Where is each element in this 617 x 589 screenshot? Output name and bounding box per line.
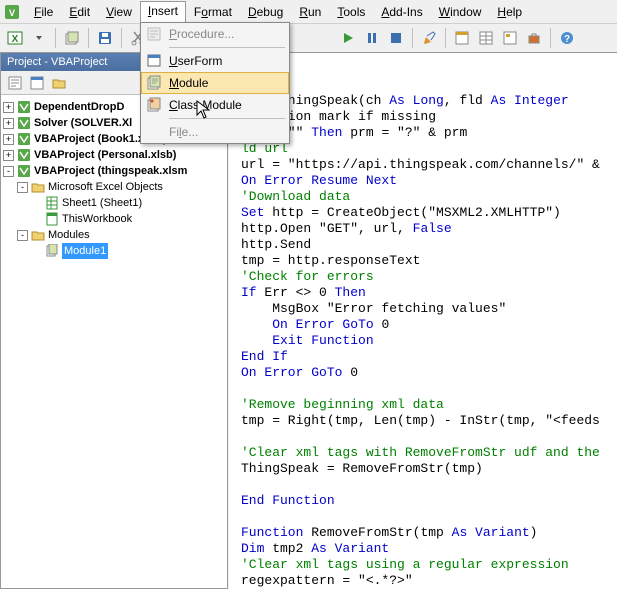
userform-icon	[145, 52, 163, 70]
menu-format[interactable]: Format	[186, 2, 240, 22]
pause-icon[interactable]	[361, 27, 383, 49]
dropdown-icon[interactable]	[28, 27, 50, 49]
dd-file[interactable]: File...	[141, 121, 289, 143]
blank-icon	[145, 123, 163, 141]
folder-icon	[31, 180, 45, 194]
svg-text:X: X	[12, 34, 19, 45]
tree-item[interactable]: - Microsoft Excel Objects	[3, 179, 225, 195]
toggle-folders-icon[interactable]	[49, 73, 69, 93]
menu-run[interactable]: Run	[291, 2, 329, 22]
properties-icon[interactable]	[475, 27, 497, 49]
run-icon[interactable]	[337, 27, 359, 49]
save-icon[interactable]	[94, 27, 116, 49]
classmodule-icon	[145, 96, 163, 114]
vba-icon	[17, 100, 31, 114]
menu-view[interactable]: View	[98, 2, 140, 22]
menu-file[interactable]: File	[26, 2, 61, 22]
module-icon	[45, 244, 59, 258]
tree-item-label: DependentDropD	[34, 99, 124, 115]
dd-procedure-label: Procedure...	[169, 27, 234, 41]
dd-file-label: File...	[169, 125, 198, 139]
vba-icon	[17, 132, 31, 146]
tree-item[interactable]: Sheet1 (Sheet1)	[3, 195, 225, 211]
menu-addins[interactable]: Add-Ins	[373, 2, 430, 22]
tree-item-label: Module1	[62, 243, 108, 259]
tree-twist-icon[interactable]: -	[17, 230, 28, 241]
vba-icon	[17, 148, 31, 162]
tree-item-label: ThisWorkbook	[62, 211, 132, 227]
tree-twist-icon	[31, 214, 42, 225]
dd-module[interactable]: Module	[141, 72, 289, 94]
folder-icon	[31, 228, 45, 242]
toolbar: X ?	[0, 24, 617, 52]
tree-item-label: VBAProject (thingspeak.xlsm	[34, 163, 187, 179]
menu-insert[interactable]: Insert	[140, 1, 186, 22]
book-icon	[45, 212, 59, 226]
insert-dropdown: Procedure... UserForm Module Class Modul…	[140, 22, 290, 144]
stop-icon[interactable]	[385, 27, 407, 49]
tree-twist-icon	[31, 246, 42, 257]
tree-twist-icon[interactable]: +	[3, 102, 14, 113]
vba-icon	[17, 116, 31, 130]
module-icon	[145, 74, 163, 92]
dd-userform[interactable]: UserForm	[141, 50, 289, 72]
tree-item-label: VBAProject (Personal.xlsb)	[34, 147, 176, 163]
tree-twist-icon[interactable]: -	[3, 166, 14, 177]
menu-window[interactable]: Window	[431, 2, 490, 22]
app-icon: V	[4, 4, 20, 20]
tree-twist-icon[interactable]: +	[3, 134, 14, 145]
procedure-icon	[145, 25, 163, 43]
project-explorer-icon[interactable]	[451, 27, 473, 49]
tree-item[interactable]: + VBAProject (Personal.xlsb)	[3, 147, 225, 163]
menu-debug[interactable]: Debug	[240, 2, 291, 22]
tree-twist-icon	[31, 198, 42, 209]
object-browser-icon[interactable]	[499, 27, 521, 49]
tree-twist-icon[interactable]: +	[3, 118, 14, 129]
tree-item-label: Solver (SOLVER.Xl	[34, 115, 132, 131]
tree-item[interactable]: - VBAProject (thingspeak.xlsm	[3, 163, 225, 179]
menubar: V File Edit View Insert Format Debug Run…	[0, 0, 617, 24]
toolbox-icon[interactable]	[523, 27, 545, 49]
tree-item-label: Sheet1 (Sheet1)	[62, 195, 142, 211]
view-object-icon[interactable]	[27, 73, 47, 93]
vba-icon	[17, 164, 31, 178]
dd-module-label: Module	[169, 76, 208, 90]
menu-tools[interactable]: Tools	[329, 2, 373, 22]
tree-item[interactable]: Module1	[3, 243, 225, 259]
tree-item[interactable]: ThisWorkbook	[3, 211, 225, 227]
excel-icon[interactable]: X	[4, 27, 26, 49]
tree-item-label: Modules	[48, 227, 90, 243]
svg-text:?: ?	[564, 34, 570, 45]
tree-item[interactable]: - Modules	[3, 227, 225, 243]
insert-module-icon[interactable]	[61, 27, 83, 49]
tree-twist-icon[interactable]: -	[17, 182, 28, 193]
help-icon[interactable]: ?	[556, 27, 578, 49]
dd-userform-label: UserForm	[169, 54, 222, 68]
dd-classmodule-label: Class Module	[169, 98, 242, 112]
tree-twist-icon[interactable]: +	[3, 150, 14, 161]
menu-help[interactable]: Help	[489, 2, 530, 22]
view-code-icon[interactable]	[5, 73, 25, 93]
tree-item-label: Microsoft Excel Objects	[48, 179, 163, 195]
dd-procedure[interactable]: Procedure...	[141, 23, 289, 45]
design-mode-icon[interactable]	[418, 27, 440, 49]
menu-edit[interactable]: Edit	[61, 2, 98, 22]
svg-text:V: V	[9, 8, 15, 18]
dd-classmodule[interactable]: Class Module	[141, 94, 289, 116]
sheet-icon	[45, 196, 59, 210]
